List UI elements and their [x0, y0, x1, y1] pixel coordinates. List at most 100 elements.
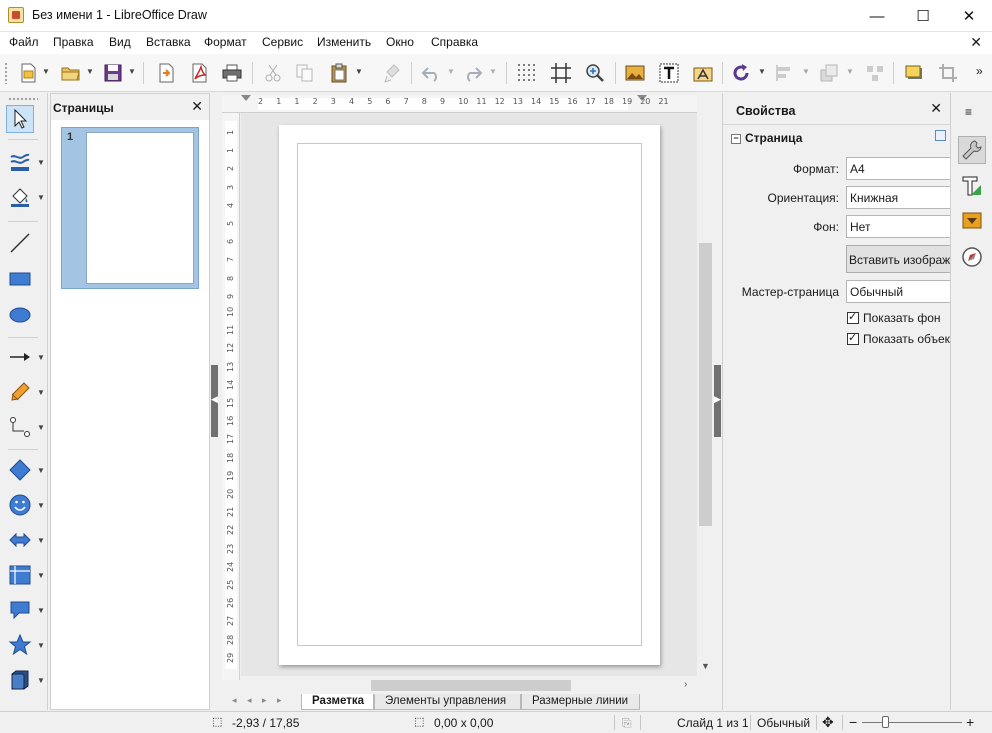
redo-icon[interactable] [460, 60, 486, 86]
scroll-down-arrow-icon[interactable]: ▼ [701, 661, 710, 671]
gallery-tab-icon[interactable] [958, 206, 986, 234]
fit-page-icon[interactable]: ✥ [822, 714, 834, 731]
line-tool-icon[interactable] [6, 229, 34, 257]
toolbar-overflow-icon[interactable]: » [976, 64, 983, 78]
block-arrows-icon[interactable] [6, 526, 34, 554]
checkbox-checked-icon[interactable] [847, 311, 859, 324]
callouts-dropdown-icon[interactable]: ▼ [37, 606, 45, 615]
callouts-icon[interactable] [6, 596, 34, 624]
freeform-tool-icon[interactable] [6, 378, 34, 406]
menu-help[interactable]: Справка [431, 35, 478, 49]
pages-panel-close-button[interactable]: ✕ [191, 98, 203, 115]
flowchart-dropdown-icon[interactable]: ▼ [37, 571, 45, 580]
sidebar-menu-icon[interactable]: ≡ [965, 105, 972, 119]
menu-edit[interactable]: Правка [53, 35, 94, 49]
close-window-button[interactable]: ✕ [946, 0, 992, 32]
copy-icon[interactable] [292, 60, 318, 86]
connector-tool-icon[interactable] [6, 413, 34, 441]
rectangle-tool-icon[interactable] [6, 265, 34, 293]
menu-view[interactable]: Вид [109, 35, 131, 49]
background-select[interactable]: Нет [846, 215, 951, 238]
menu-insert[interactable]: Вставка [146, 35, 191, 49]
helplines-icon[interactable] [548, 60, 574, 86]
tab-dimension-lines[interactable]: Размерные линии [521, 694, 640, 710]
fill-color-dropdown-icon[interactable]: ▼ [37, 193, 45, 202]
maximize-button[interactable]: ☐ [900, 0, 946, 32]
cut-icon[interactable] [260, 60, 286, 86]
properties-tab-icon[interactable] [958, 136, 986, 164]
3d-objects-icon[interactable] [6, 666, 34, 694]
page-thumbnail-item[interactable]: 1 [61, 127, 199, 289]
export-pdf-icon[interactable] [186, 60, 212, 86]
menu-modify[interactable]: Изменить [317, 35, 371, 49]
save-icon[interactable] [100, 60, 126, 86]
scroll-right-arrow-icon[interactable]: › [684, 679, 687, 690]
new-dropdown-icon[interactable]: ▼ [42, 67, 50, 77]
orientation-select[interactable]: Книжная [846, 186, 951, 209]
tab-nav-prev-icon[interactable]: ◂ [247, 695, 252, 706]
zoom-icon[interactable] [582, 60, 608, 86]
connector-dropdown-icon[interactable]: ▼ [37, 423, 45, 432]
zoom-in-icon[interactable]: + [966, 714, 974, 730]
stars-dropdown-icon[interactable]: ▼ [37, 641, 45, 650]
paste-dropdown-icon[interactable]: ▼ [355, 67, 363, 77]
drawing-page[interactable] [279, 125, 660, 665]
basic-shapes-icon[interactable] [6, 456, 34, 484]
collapse-section-icon[interactable]: − [731, 133, 741, 144]
rotate-icon[interactable] [728, 60, 754, 86]
undo-dropdown-icon[interactable]: ▼ [447, 67, 455, 77]
zoom-out-icon[interactable]: − [849, 714, 857, 730]
stars-icon[interactable] [6, 631, 34, 659]
3d-objects-dropdown-icon[interactable]: ▼ [37, 676, 45, 685]
left-indent-marker-icon[interactable] [241, 95, 251, 101]
checkbox-checked-icon[interactable] [847, 332, 859, 345]
tab-layout[interactable]: Разметка [301, 694, 374, 710]
align-icon[interactable] [772, 60, 798, 86]
basic-shapes-dropdown-icon[interactable]: ▼ [37, 466, 45, 475]
export-icon[interactable] [153, 60, 179, 86]
close-document-button[interactable]: ✕ [970, 34, 982, 51]
right-pane-collapse-handle[interactable]: ▶ [714, 365, 721, 437]
arrange-dropdown-icon[interactable]: ▼ [846, 67, 854, 77]
line-arrow-dropdown-icon[interactable]: ▼ [37, 353, 45, 362]
horizontal-scrollbar-thumb[interactable] [371, 680, 571, 691]
horizontal-scrollbar[interactable]: › [241, 677, 697, 694]
tab-nav-last-icon[interactable]: ▸ [277, 695, 282, 706]
print-icon[interactable] [219, 60, 245, 86]
minimize-button[interactable]: — [854, 0, 900, 32]
document-modified-icon[interactable]: ⎘ [622, 716, 632, 731]
menu-window[interactable]: Окно [386, 35, 414, 49]
open-dropdown-icon[interactable]: ▼ [86, 67, 94, 77]
shadow-icon[interactable] [901, 60, 927, 86]
show-background-checkbox[interactable]: Показать фон [847, 311, 951, 325]
line-arrow-tool-icon[interactable] [6, 343, 34, 371]
properties-panel-close-button[interactable]: ✕ [930, 100, 942, 117]
master-page-status[interactable]: Обычный [757, 716, 810, 730]
arrange-icon[interactable] [816, 60, 842, 86]
navigator-tab-icon[interactable] [958, 243, 986, 271]
tab-nav-next-icon[interactable]: ▸ [262, 695, 267, 706]
fontwork-icon[interactable] [690, 60, 716, 86]
vertical-scrollbar[interactable]: ▼ [697, 95, 714, 676]
distribute-icon[interactable] [862, 60, 888, 86]
select-tool-icon[interactable] [6, 105, 34, 133]
fill-color-icon[interactable] [6, 183, 34, 211]
menu-format[interactable]: Формат [204, 35, 247, 49]
format-select[interactable]: A4 [846, 157, 951, 180]
styles-tab-icon[interactable] [958, 172, 986, 200]
open-folder-icon[interactable] [58, 60, 84, 86]
page-thumbnail[interactable] [86, 132, 194, 284]
save-dropdown-icon[interactable]: ▼ [128, 67, 136, 77]
ellipse-tool-icon[interactable] [6, 301, 34, 329]
paste-icon[interactable] [326, 60, 352, 86]
symbol-shapes-dropdown-icon[interactable]: ▼ [37, 501, 45, 510]
align-dropdown-icon[interactable]: ▼ [802, 67, 810, 77]
image-icon[interactable] [622, 60, 648, 86]
tab-nav-first-icon[interactable]: ◂ [232, 695, 237, 706]
redo-dropdown-icon[interactable]: ▼ [489, 67, 497, 77]
vertical-scrollbar-thumb[interactable] [699, 243, 712, 526]
line-color-icon[interactable] [6, 148, 34, 176]
show-objects-checkbox[interactable]: Показать объекты [847, 332, 951, 346]
symbol-shapes-icon[interactable] [6, 491, 34, 519]
horizontal-ruler[interactable]: 2 1 1 2 3 4 5 6 7 8 9 10 11 12 13 14 15 16 17 18 19 20 21 [222, 95, 697, 113]
